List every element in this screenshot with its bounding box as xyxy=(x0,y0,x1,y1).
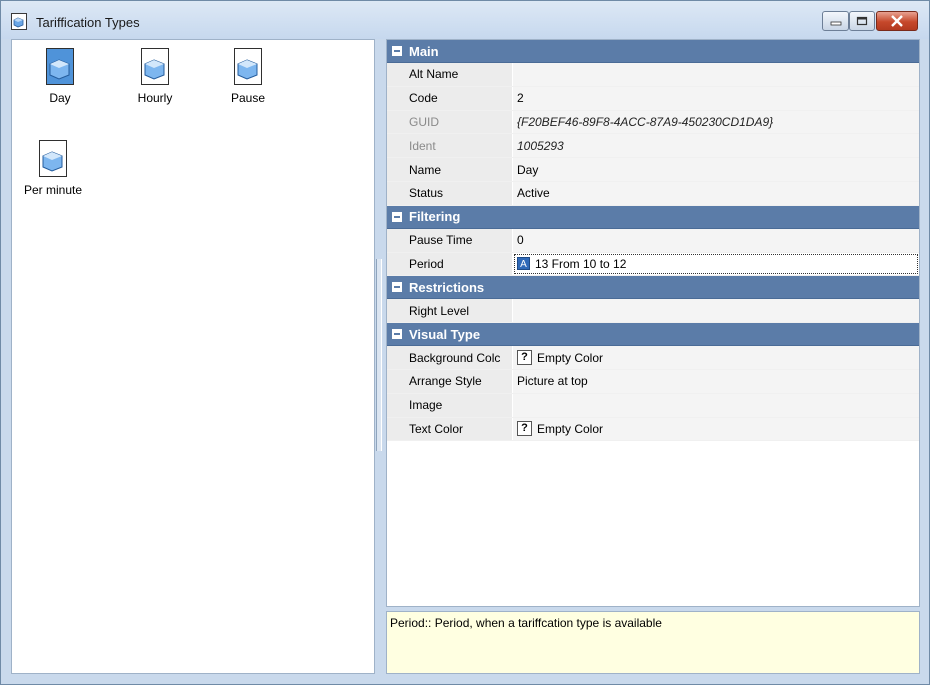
property-row-guid[interactable]: GUID {F20BEF46-89F8-4ACC-87A9-450230CD1D… xyxy=(387,110,919,135)
tile-pause[interactable]: Pause xyxy=(208,48,288,105)
tile-label: Day xyxy=(49,91,71,105)
property-name: Image xyxy=(387,393,513,417)
color-value-text: Empty Color xyxy=(537,421,604,436)
description-panel: Period:: Period, when a tariffcation typ… xyxy=(386,611,920,674)
collapse-icon[interactable] xyxy=(392,329,402,340)
property-name: Arrange Style xyxy=(387,369,513,393)
property-row-code[interactable]: Code 2 xyxy=(387,86,919,111)
category-visual-type[interactable]: Visual Type xyxy=(387,323,919,347)
property-value[interactable]: Active xyxy=(513,181,919,205)
color-value-text: Empty Color xyxy=(537,350,604,365)
category-label: Main xyxy=(409,43,439,59)
maximize-icon xyxy=(856,16,868,26)
description-text: Period:: Period, when a tariffcation typ… xyxy=(390,616,662,630)
property-row-image[interactable]: Image xyxy=(387,393,919,418)
tariff-type-list[interactable]: Day Hourly Pause Per minute xyxy=(11,39,375,674)
minimize-button[interactable] xyxy=(822,11,849,31)
color-unknown-icon: ? xyxy=(517,421,532,437)
property-name: Right Level xyxy=(387,299,513,323)
splitter-grip[interactable] xyxy=(376,259,382,451)
period-value-text: 13 From 10 to 12 xyxy=(535,256,627,271)
close-button[interactable] xyxy=(876,11,918,31)
property-name: Name xyxy=(387,158,513,181)
property-name: Status xyxy=(387,181,513,205)
property-row-period[interactable]: Period A 13 From 10 to 12 xyxy=(387,252,919,277)
property-value[interactable]: 0 xyxy=(513,228,919,252)
category-label: Restrictions xyxy=(409,279,485,295)
category-label: Filtering xyxy=(409,209,461,225)
property-value[interactable]: Day xyxy=(513,158,919,181)
property-row-arrange-style[interactable]: Arrange Style Picture at top xyxy=(387,369,919,394)
property-value: 1005293 xyxy=(513,134,919,158)
property-name: Text Color xyxy=(387,417,513,441)
property-row-background-color[interactable]: Background Colc ? Empty Color xyxy=(387,346,919,370)
close-icon xyxy=(891,15,903,27)
tile-label: Pause xyxy=(230,91,266,105)
property-value[interactable] xyxy=(513,299,919,323)
tile-label: Hourly xyxy=(137,91,173,105)
collapse-icon[interactable] xyxy=(392,211,402,222)
property-name: Period xyxy=(387,252,513,276)
property-row-name[interactable]: Name Day xyxy=(387,158,919,182)
property-name: Pause Time xyxy=(387,228,513,252)
property-row-text-color[interactable]: Text Color ? Empty Color xyxy=(387,417,919,442)
property-row-ident[interactable]: Ident 1005293 xyxy=(387,134,919,159)
property-name: Code xyxy=(387,86,513,110)
period-icon: A xyxy=(517,257,530,271)
color-unknown-icon: ? xyxy=(517,350,532,366)
pane-splitter[interactable] xyxy=(375,259,383,451)
property-name: Alt Name xyxy=(387,63,513,86)
property-grid[interactable]: Main Alt Name Code 2 GUID {F20BEF46-89F8… xyxy=(386,39,920,607)
collapse-icon[interactable] xyxy=(392,282,402,293)
property-value[interactable]: Picture at top xyxy=(513,369,919,393)
minimize-icon xyxy=(830,21,841,26)
tile-per-minute[interactable]: Per minute xyxy=(13,140,93,197)
category-restrictions[interactable]: Restrictions xyxy=(387,276,919,300)
property-value[interactable]: A 13 From 10 to 12 xyxy=(513,252,919,276)
tariff-type-icon xyxy=(39,140,67,177)
main-window: Tariffication Types Day Hourly Pause Per… xyxy=(0,0,930,685)
property-value[interactable] xyxy=(513,63,919,86)
property-name: Background Colc xyxy=(387,346,513,369)
property-value: {F20BEF46-89F8-4ACC-87A9-450230CD1DA9} xyxy=(513,110,919,134)
property-row-status[interactable]: Status Active xyxy=(387,181,919,206)
maximize-button[interactable] xyxy=(849,11,875,31)
category-label: Visual Type xyxy=(409,326,481,342)
tariff-type-icon xyxy=(141,48,169,85)
property-value[interactable] xyxy=(513,393,919,417)
title-bar[interactable]: Tariffication Types xyxy=(1,1,929,39)
tile-hourly[interactable]: Hourly xyxy=(115,48,195,105)
tariff-type-icon xyxy=(46,48,74,85)
collapse-icon[interactable] xyxy=(392,46,402,56)
property-row-pause-time[interactable]: Pause Time 0 xyxy=(387,228,919,253)
property-name: Ident xyxy=(387,134,513,158)
category-filtering[interactable]: Filtering xyxy=(387,205,919,229)
property-row-alt-name[interactable]: Alt Name xyxy=(387,63,919,87)
property-value[interactable]: ? Empty Color xyxy=(513,417,919,441)
property-value[interactable]: 2 xyxy=(513,86,919,110)
tariff-type-icon xyxy=(234,48,262,85)
tile-label: Per minute xyxy=(23,183,83,197)
window-title: Tariffication Types xyxy=(36,15,140,30)
category-main[interactable]: Main xyxy=(387,40,919,63)
app-icon xyxy=(11,13,27,30)
property-name: GUID xyxy=(387,110,513,134)
property-value[interactable]: ? Empty Color xyxy=(513,346,919,369)
property-row-right-level[interactable]: Right Level xyxy=(387,299,919,324)
tile-day[interactable]: Day xyxy=(20,48,100,105)
